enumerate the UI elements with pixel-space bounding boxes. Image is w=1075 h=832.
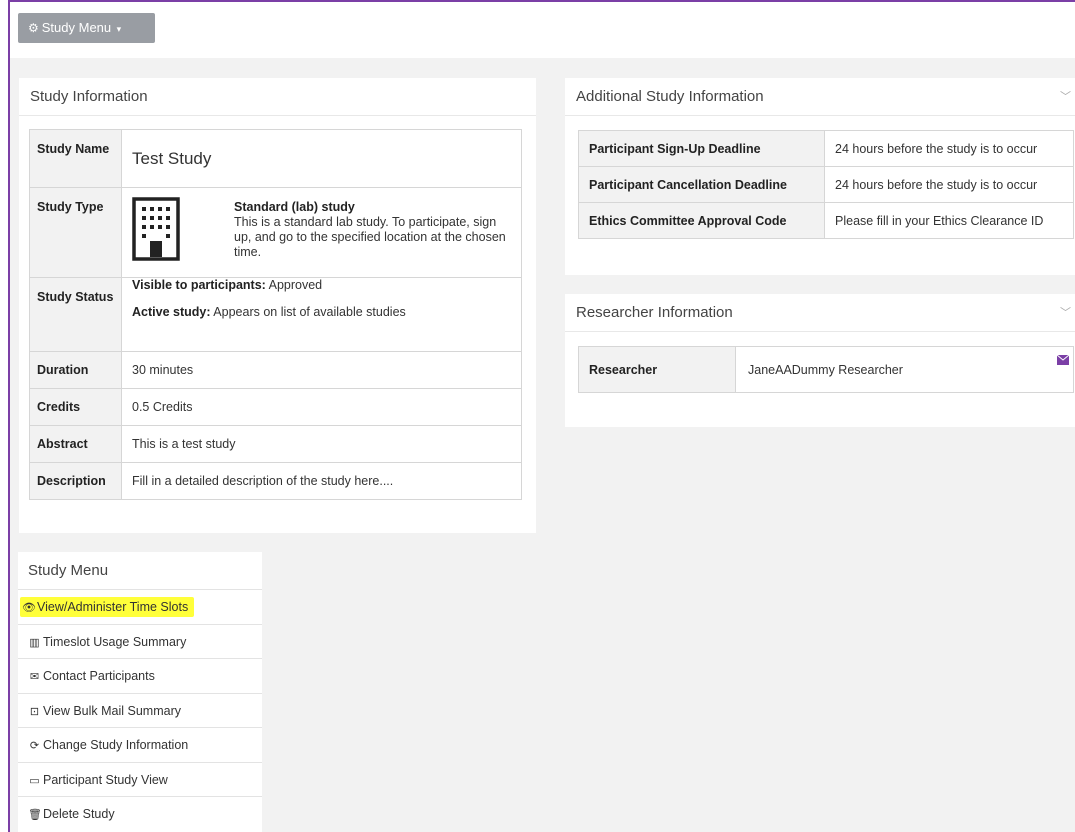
study-information-panel: Study Information Study Name Test Study … (19, 78, 536, 533)
chevron-down-icon[interactable]: ﹀ (1060, 78, 1071, 116)
menu-item-view-administer-time-slots[interactable]: 👁View/Administer Time Slots (18, 590, 262, 625)
menu-item-participant-study-view[interactable]: ▭ Participant Study View (18, 763, 262, 797)
table-row: Abstract This is a test study (29, 425, 522, 463)
table-row: Participant Cancellation Deadline 24 hou… (578, 166, 1074, 203)
study-menu-panel: Study Menu 👁View/Administer Time Slots ▥… (18, 552, 262, 832)
row-label: Study Name (29, 129, 122, 188)
row-label: Ethics Committee Approval Code (578, 202, 825, 239)
study-name-value: Test Study (121, 129, 522, 188)
table-row: Study Type Standard (lab) study This is … (29, 187, 522, 278)
researcher-label: Researcher (578, 346, 736, 393)
menu-item-label: Contact Participants (43, 669, 155, 683)
row-label: Abstract (29, 425, 122, 463)
researcher-name: JaneAADummy Researcher (748, 362, 903, 377)
study-type-description: This is a standard lab study. To partici… (234, 215, 506, 259)
active-value: Appears on list of available studies (213, 305, 406, 319)
chevron-down-icon[interactable]: ﹀ (1060, 294, 1071, 332)
table-row: Study Name Test Study (29, 129, 522, 188)
building-icon (132, 197, 180, 261)
study-menu-button-label: Study Menu (41, 20, 112, 35)
table-row: Study Status Visible to participants: Ap… (29, 277, 522, 352)
row-value: Please fill in your Ethics Clearance ID (824, 202, 1074, 239)
table-row: Researcher JaneAADummy Researcher (578, 346, 1074, 393)
row-label: Credits (29, 388, 122, 426)
active-label: Active study: (132, 305, 211, 319)
laptop-icon: ▭ (29, 774, 40, 787)
menu-item-delete-study[interactable]: 🗑Delete Study (18, 797, 262, 832)
envelope-icon: ✉ (29, 671, 40, 683)
bar-chart-icon: ▥ (29, 636, 40, 649)
menu-item-view-bulk-mail-summary[interactable]: ⊡ View Bulk Mail Summary (18, 694, 262, 728)
row-value: 24 hours before the study is to occur (824, 166, 1074, 203)
abstract-value: This is a test study (121, 425, 522, 463)
menu-item-label: Participant Study View (43, 772, 168, 787)
researcher-information-title[interactable]: Researcher Information ﹀ (565, 294, 1075, 332)
study-information-title: Study Information (19, 78, 536, 116)
menu-item-label: View Bulk Mail Summary (43, 703, 182, 718)
trash-icon: 🗑 (28, 809, 42, 821)
row-label: Participant Sign-Up Deadline (578, 130, 825, 167)
menu-item-change-study-information[interactable]: ⟳ Change Study Information (18, 728, 262, 763)
menu-item-label: Timeslot Usage Summary (43, 634, 187, 649)
inbox-icon: ⊡ (29, 705, 40, 718)
additional-information-title-text: Additional Study Information (576, 88, 764, 105)
duration-value: 30 minutes (121, 351, 522, 389)
visible-label: Visible to participants: (132, 278, 266, 292)
study-menu-dropdown-button[interactable]: ⚙ Study Menu ▾ (18, 13, 155, 43)
additional-information-title[interactable]: Additional Study Information ﹀ (565, 78, 1075, 116)
study-menu-title: Study Menu (18, 552, 262, 590)
caret-down-icon: ▾ (114, 24, 122, 34)
top-bar (10, 2, 1075, 58)
table-row: Participant Sign-Up Deadline 24 hours be… (578, 130, 1074, 167)
table-row: Duration 30 minutes (29, 351, 522, 389)
researcher-table: Researcher JaneAADummy Researcher (578, 346, 1074, 393)
row-label: Participant Cancellation Deadline (578, 166, 825, 203)
eye-icon: 👁 (22, 602, 36, 614)
menu-item-label: Delete Study (43, 807, 115, 821)
row-label: Duration (29, 351, 122, 389)
row-label: Description (29, 462, 122, 500)
row-value: 24 hours before the study is to occur (824, 130, 1074, 167)
gears-icon: ⚙ (28, 21, 39, 35)
menu-item-label: View/Administer Time Slots (37, 600, 189, 614)
study-information-table: Study Name Test Study Study Type Standar… (29, 129, 522, 500)
researcher-information-title-text: Researcher Information (576, 304, 733, 321)
row-label: Study Status (29, 277, 122, 352)
row-label: Study Type (29, 187, 122, 278)
table-row: Credits 0.5 Credits (29, 388, 522, 426)
menu-item-timeslot-usage-summary[interactable]: ▥ Timeslot Usage Summary (18, 625, 262, 659)
table-row: Ethics Committee Approval Code Please fi… (578, 202, 1074, 239)
description-value: Fill in a detailed description of the st… (121, 462, 522, 500)
additional-information-table: Participant Sign-Up Deadline 24 hours be… (578, 130, 1074, 239)
credits-value: 0.5 Credits (121, 388, 522, 426)
refresh-icon: ⟳ (29, 740, 40, 752)
envelope-icon[interactable] (1057, 355, 1069, 365)
additional-information-panel: Additional Study Information ﹀ Participa… (565, 78, 1075, 275)
menu-item-contact-participants[interactable]: ✉ Contact Participants (18, 659, 262, 694)
menu-item-label: Change Study Information (43, 738, 189, 752)
researcher-information-panel: Researcher Information ﹀ Researcher Jane… (565, 294, 1075, 427)
study-type-title: Standard (lab) study (234, 200, 355, 214)
visible-value: Approved (268, 278, 323, 292)
table-row: Description Fill in a detailed descripti… (29, 462, 522, 500)
